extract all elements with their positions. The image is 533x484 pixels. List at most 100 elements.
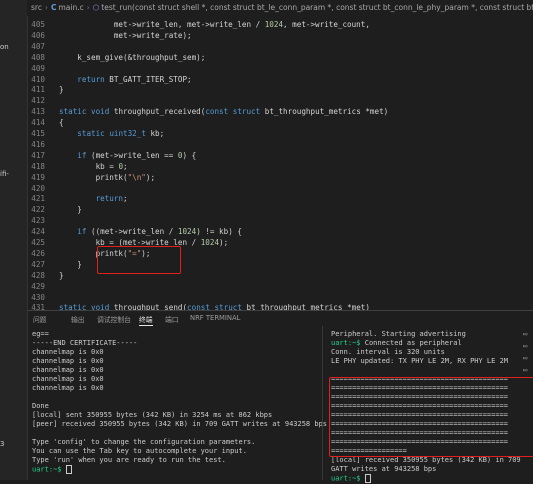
code-text[interactable]: static void throughput_send(const struct… <box>59 302 370 310</box>
line-number: 420 <box>31 183 45 193</box>
code-text[interactable]: { <box>59 117 64 128</box>
line-number: 429 <box>31 281 45 291</box>
line-number: 412 <box>31 96 45 106</box>
code-line[interactable]: 418 kb = 0; <box>27 161 533 172</box>
tab-terminal[interactable]: 终端 <box>139 314 153 326</box>
code-line[interactable]: 422 } <box>27 204 533 215</box>
code-text[interactable]: static uint32_t kb; <box>59 128 164 139</box>
code-text[interactable]: if ((met->write_len / 1024) != kb) { <box>59 226 242 237</box>
function-icon: ⬡ <box>92 3 100 12</box>
terminal-line: uart:~$ <box>331 474 521 483</box>
code-line[interactable]: 411} <box>27 84 533 95</box>
line-number: 406 <box>31 30 45 40</box>
code-line[interactable]: 420 <box>27 183 533 194</box>
code-text[interactable]: } <box>59 259 82 270</box>
code-line[interactable]: 405 met->write_len, met->write_len / 102… <box>27 19 533 30</box>
code-line[interactable]: 408 k_sem_give(&throughput_sem); <box>27 52 533 63</box>
code-line[interactable]: 407 <box>27 41 533 52</box>
terminal-icon[interactable]: ▭ <box>523 330 527 338</box>
line-number: 418 <box>31 161 45 171</box>
line-number: 419 <box>31 172 45 182</box>
terminal-line: Peripheral. Starting advertising <box>331 330 466 338</box>
line-number: 407 <box>31 41 45 51</box>
code-line[interactable]: 423 <box>27 215 533 226</box>
explorer-strip: on ifi- 3 <box>0 0 28 480</box>
code-text[interactable]: return; <box>59 193 128 204</box>
code-text[interactable]: met->write_len, met->write_len / 1024, m… <box>59 19 370 30</box>
tab-problems[interactable]: 问题 <box>33 314 47 324</box>
line-number: 427 <box>31 259 45 269</box>
code-line[interactable]: 410 return BT_GATT_ITER_STOP; <box>27 74 533 85</box>
code-text[interactable]: } <box>59 84 64 95</box>
code-line[interactable]: 431 static void throughput_send(const str… <box>27 302 533 310</box>
line-number: 408 <box>31 52 45 62</box>
code-line[interactable]: 406 met->write_rate); <box>27 30 533 41</box>
cursor <box>364 474 371 483</box>
code-line[interactable]: 421 return; <box>27 193 533 204</box>
code-text[interactable]: met->write_rate); <box>59 30 192 41</box>
code-text[interactable]: printk("\n"); <box>59 172 155 183</box>
highlight-box <box>329 377 533 457</box>
code-text[interactable]: if (met->write_len == 0) { <box>59 150 196 161</box>
terminal-line: channelmap is 0x0 <box>32 375 104 383</box>
line-number: 428 <box>31 270 45 280</box>
terminal-line: GATT writes at 943258 bps <box>331 465 437 473</box>
terminal-split-divider[interactable] <box>322 326 323 480</box>
line-number: 405 <box>31 20 45 29</box>
terminal-line: Type 'run' when you are ready to run the… <box>32 456 226 464</box>
line-number: 416 <box>31 139 45 149</box>
code-line[interactable]: 415 static uint32_t kb; <box>27 128 533 139</box>
code-line[interactable]: 409 <box>27 63 533 74</box>
tab-nrf-terminal[interactable]: NRF TERMINAL <box>190 314 240 322</box>
code-line[interactable]: 430 <box>27 292 533 303</box>
terminal-line: Done <box>32 402 49 410</box>
code-line[interactable]: 416 <box>27 139 533 150</box>
code-line[interactable]: 413 static void throughput_received(const… <box>27 106 533 117</box>
code-editor[interactable]: 405 met->write_len, met->write_len / 102… <box>27 16 533 310</box>
code-line[interactable]: 417 if (met->write_len == 0) { <box>27 150 533 161</box>
code-text[interactable]: } <box>59 204 82 215</box>
line-number: 413 <box>31 107 45 117</box>
line-number: 417 <box>31 150 45 160</box>
line-number: 426 <box>31 248 45 258</box>
terminal-line: Type 'config' to change the configuratio… <box>32 438 256 446</box>
code-text[interactable]: k_sem_give(&throughput_sem); <box>59 52 205 63</box>
tab-ports[interactable]: 端口 <box>165 314 179 324</box>
terminal-line: You can use the Tab key to autocomplete … <box>32 447 247 455</box>
terminal-line: channelmap is 0x0 <box>32 357 104 365</box>
line-number: 430 <box>31 292 45 302</box>
tab-debug-console[interactable]: 调试控制台 <box>97 314 131 324</box>
highlight-box <box>97 246 181 274</box>
terminal-icon[interactable]: ▭ <box>523 366 527 374</box>
breadcrumb-folder[interactable]: src <box>31 3 42 12</box>
breadcrumb-symbol[interactable]: test_run(const struct shell *, const str… <box>101 3 533 12</box>
code-line[interactable]: 424 if ((met->write_len / 1024) != kb) { <box>27 226 533 237</box>
terminal-line: channelmap is 0x0 <box>32 348 104 356</box>
code-text[interactable]: static void throughput_received(const st… <box>59 106 388 117</box>
code-text[interactable]: } <box>59 270 64 281</box>
breadcrumb-file[interactable]: main.c <box>58 3 83 12</box>
code-line[interactable]: 429 <box>27 281 533 292</box>
breadcrumb[interactable]: src › Cmain.c › ⬡ test_run(const struct shell… <box>27 0 533 16</box>
terminal-icon[interactable]: ▭ <box>523 354 527 362</box>
line-number: 431 <box>31 303 45 310</box>
explorer-fragment: ifi- <box>0 170 9 178</box>
terminal-line: uart:~$ <box>32 465 327 474</box>
tab-output[interactable]: 输出 <box>71 314 85 324</box>
terminal-left[interactable]: eg== -----END CERTIFICATE----- channelmap … <box>32 330 327 474</box>
code-line[interactable]: 419 printk("\n"); <box>27 172 533 183</box>
explorer-fragment: on <box>0 43 9 51</box>
code-text[interactable]: kb = 0; <box>59 161 128 172</box>
terminal-line: [local] received 350955 bytes (342 KB) i… <box>331 456 521 464</box>
terminal-line: [local] sent 350955 bytes (342 KB) in 32… <box>32 411 273 419</box>
code-text[interactable]: return BT_GATT_ITER_STOP; <box>59 74 191 85</box>
terminal-icon[interactable]: ▭ <box>523 342 527 350</box>
code-line[interactable]: 414 { <box>27 117 533 128</box>
code-line[interactable]: 412 <box>27 95 533 106</box>
line-number: 424 <box>31 227 45 237</box>
line-number: 409 <box>31 63 45 73</box>
line-number: 414 <box>31 118 45 128</box>
c-file-icon: C <box>50 3 57 12</box>
